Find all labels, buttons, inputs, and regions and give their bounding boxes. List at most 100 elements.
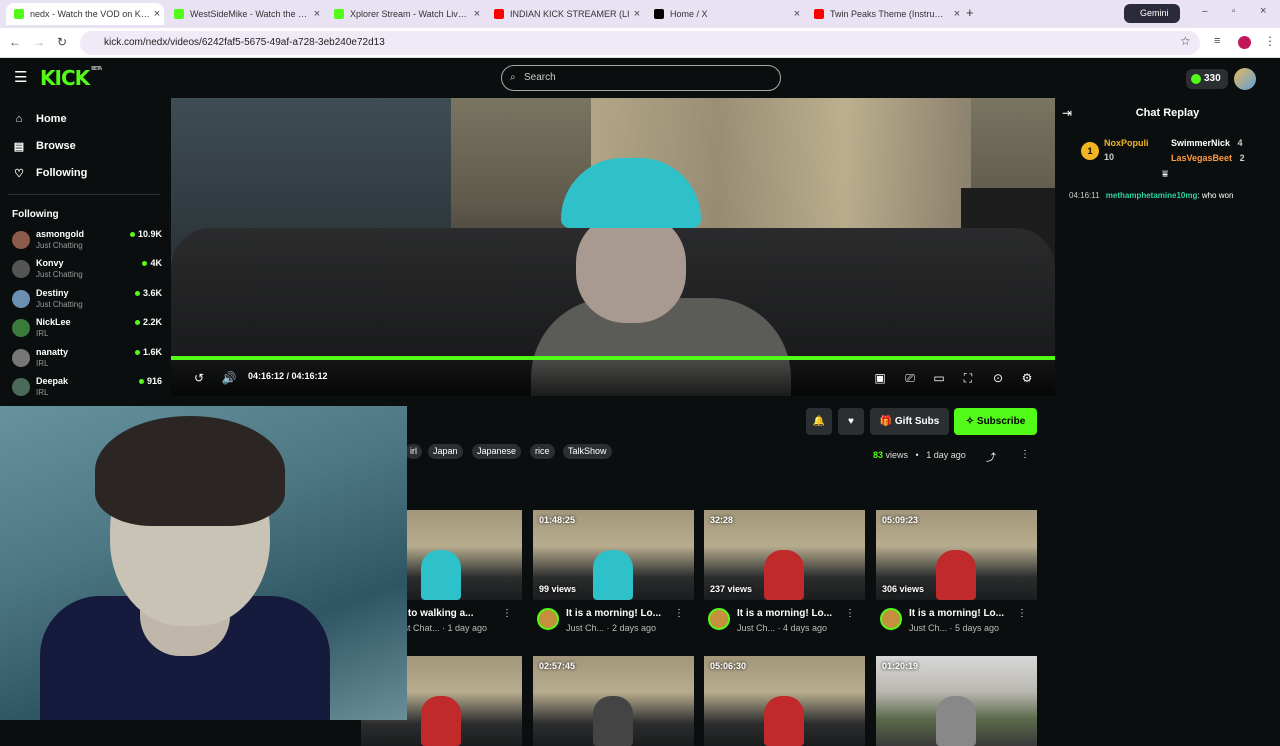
video-channel: Just Ch... xyxy=(737,623,776,633)
minimize-icon[interactable]: – xyxy=(1202,6,1208,17)
clip-icon[interactable]: ⎚ xyxy=(902,370,918,386)
settings-gear-icon[interactable]: ⚙ xyxy=(1019,370,1035,386)
replay-icon[interactable]: ↺ xyxy=(191,370,207,386)
maximize-icon[interactable]: ▫ xyxy=(1232,6,1236,17)
sidebar-item-following[interactable]: ♡ Following xyxy=(12,163,87,183)
tag-chip[interactable]: TalkShow xyxy=(563,444,612,459)
gemini-button[interactable]: Gemini xyxy=(1124,4,1180,23)
video-title[interactable]: It is a morning! Lo... xyxy=(566,608,661,619)
video-duration: 02:57:45 xyxy=(539,661,576,671)
back-icon[interactable]: ← xyxy=(9,35,21,49)
channel-name: Konvy xyxy=(36,258,64,268)
video-subtitle: Just Chat... · 1 day ago xyxy=(394,623,488,633)
tab-title: Xplorer Stream - Watch Live on xyxy=(350,9,470,19)
close-tab-icon[interactable]: × xyxy=(630,8,644,20)
card-more-icon[interactable]: ⋮ xyxy=(845,608,855,619)
url-field[interactable]: kick.com/nedx/videos/6242faf5-5675-49af-… xyxy=(80,31,1200,55)
mini-player-icon[interactable]: ▣ xyxy=(872,370,888,386)
expand-gifters-icon[interactable]: ⩸ xyxy=(1162,169,1168,180)
channel-avatar[interactable] xyxy=(708,608,730,630)
webcam-overlay xyxy=(0,406,407,720)
gifter-entry[interactable]: SwimmerNick 4 xyxy=(1171,138,1243,148)
message-user[interactable]: methamphetamine10mg xyxy=(1106,191,1198,200)
sidebar-item-browse[interactable]: ▤ Browse xyxy=(12,136,76,156)
sidebar-item-home[interactable]: ⌂ Home xyxy=(12,109,67,129)
video-title[interactable]: It is a morning! Lo... xyxy=(909,608,1004,619)
meta-separator: • xyxy=(915,450,919,460)
browser-tab[interactable]: nedx - Watch the VOD on Kick × xyxy=(6,3,164,25)
hamburger-menu-icon[interactable]: ☰ xyxy=(14,68,27,86)
follow-button[interactable]: ♥ xyxy=(838,408,864,435)
volume-icon[interactable]: 🔊 xyxy=(221,370,237,386)
card-more-icon[interactable]: ⋮ xyxy=(502,608,512,619)
notification-bell-button[interactable]: 🔔 xyxy=(806,408,832,435)
channel-name: Deepak xyxy=(36,376,69,386)
channel-avatar[interactable] xyxy=(537,608,559,630)
video-player[interactable]: ↺ 🔊 04:16:12 / 04:16:12 ▣ ⎚ ▭ ⛶ ⊙ ⚙ xyxy=(171,98,1055,396)
video-title[interactable]: It is a morning! Lo... xyxy=(737,608,832,619)
theater-mode-icon[interactable]: ▭ xyxy=(931,370,947,386)
forward-icon[interactable]: → xyxy=(33,35,45,49)
close-tab-icon[interactable]: × xyxy=(950,8,964,20)
beta-badge: BETA xyxy=(91,66,102,72)
search-input[interactable]: ⌕ Search xyxy=(501,65,781,91)
video-thumbnail[interactable]: 02:57:45 xyxy=(533,656,694,746)
gifter-entry[interactable]: LasVegasBeet 2 xyxy=(1171,153,1245,163)
tag-chip[interactable]: rice xyxy=(530,444,555,459)
fullscreen-icon[interactable]: ⛶ xyxy=(960,370,976,386)
followed-channel[interactable]: Deepak IRL 916 xyxy=(12,376,162,402)
tag-chip[interactable]: Japan xyxy=(428,444,463,459)
browser-tab[interactable]: INDIAN KICK STREAMER (LI × xyxy=(486,3,644,25)
browser-tab[interactable]: Twin Peaks Theme (Instrumenta × xyxy=(806,3,964,25)
thumbnail-figure xyxy=(764,550,804,600)
browser-tab[interactable]: WestSideMike - Watch the VOD × xyxy=(166,3,324,25)
top-gifter-name[interactable]: NoxPopuli xyxy=(1104,138,1149,148)
profile-avatar[interactable] xyxy=(1238,36,1251,49)
video-thumbnail[interactable]: 01:20:19 xyxy=(876,656,1037,746)
followed-channel[interactable]: asmongold Just Chatting 10.9K xyxy=(12,229,162,255)
more-options-icon[interactable]: ⋮ xyxy=(1020,449,1030,460)
person-hat xyxy=(561,158,701,228)
video-thumbnail[interactable]: 32:28 237 views xyxy=(704,510,865,600)
card-more-icon[interactable]: ⋮ xyxy=(674,608,684,619)
browser-menu-icon[interactable]: ⋮ xyxy=(1264,34,1276,48)
video-thumbnail[interactable]: 05:09:23 306 views xyxy=(876,510,1037,600)
new-tab-icon[interactable]: + xyxy=(966,5,974,20)
reload-icon[interactable]: ↻ xyxy=(57,35,67,49)
video-thumbnail[interactable]: 01:48:25 99 views xyxy=(533,510,694,600)
video-duration: 01:48:25 xyxy=(539,515,576,525)
channel-category: IRL xyxy=(36,359,49,368)
window-close-icon[interactable]: × xyxy=(1260,5,1266,17)
subscribe-button[interactable]: ✧ Subscribe xyxy=(954,408,1037,435)
reading-list-icon[interactable]: ≡ xyxy=(1214,35,1220,47)
followed-channel[interactable]: NickLee IRL 2.2K xyxy=(12,317,162,343)
followed-channel[interactable]: nanatty IRL 1.6K xyxy=(12,347,162,373)
tag-chip[interactable]: Japanese xyxy=(472,444,522,459)
viewer-count: 3.6K xyxy=(135,288,162,298)
video-subtitle: Just Ch... · 5 days ago xyxy=(909,623,1000,633)
browser-tab-bar: nedx - Watch the VOD on Kick × WestSideM… xyxy=(0,0,1280,28)
playback-time: 04:16:12 / 04:16:12 xyxy=(248,371,328,381)
close-tab-icon[interactable]: × xyxy=(470,8,484,20)
close-tab-icon[interactable]: × xyxy=(310,8,324,20)
viewer-count: 10.9K xyxy=(130,229,162,239)
tag-chip[interactable]: irl xyxy=(405,444,422,459)
bookmark-star-icon[interactable]: ☆ xyxy=(1180,34,1191,48)
browser-tab[interactable]: Home / X × xyxy=(646,3,804,25)
card-more-icon[interactable]: ⋮ xyxy=(1017,608,1027,619)
gift-subs-button[interactable]: 🎁 Gift Subs xyxy=(870,408,949,435)
playback-speed-icon[interactable]: ⊙ xyxy=(990,370,1006,386)
user-avatar[interactable] xyxy=(1234,68,1256,90)
share-icon[interactable]: ⤴ xyxy=(986,449,996,464)
followed-channel[interactable]: Konvy Just Chatting 4K xyxy=(12,258,162,284)
kick-logo[interactable]: KICK BETA xyxy=(40,66,102,90)
close-tab-icon[interactable]: × xyxy=(790,8,804,20)
close-tab-icon[interactable]: × xyxy=(150,8,164,20)
browser-tab[interactable]: Xplorer Stream - Watch Live on × xyxy=(326,3,484,25)
channel-avatar[interactable] xyxy=(880,608,902,630)
gemini-label: Gemini xyxy=(1140,8,1169,18)
followed-channel[interactable]: Destiny Just Chatting 3.6K xyxy=(12,288,162,314)
viewer-count: 916 xyxy=(139,376,162,386)
channel-points-badge[interactable]: 330 xyxy=(1186,69,1228,89)
video-thumbnail[interactable]: 05:06:30 xyxy=(704,656,865,746)
